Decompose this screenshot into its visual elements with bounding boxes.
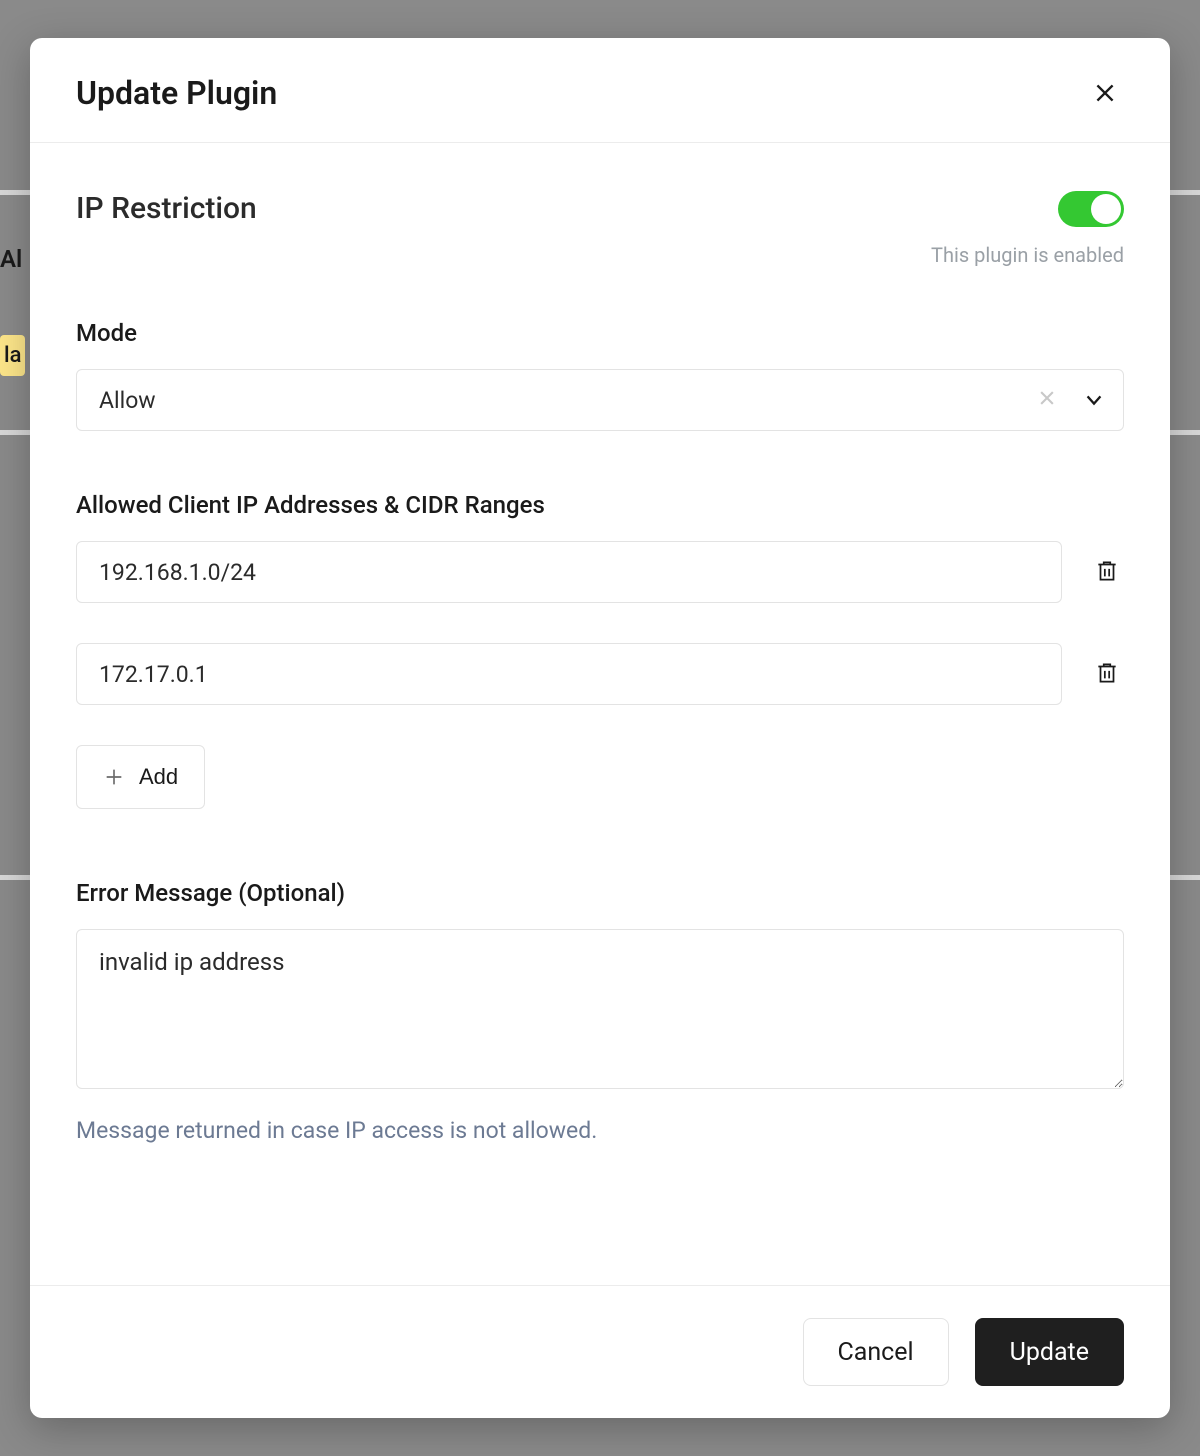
- mode-select-value: Allow: [99, 387, 1021, 414]
- bg-text: la: [0, 335, 25, 376]
- ip-input[interactable]: [76, 541, 1062, 603]
- error-message-help: Message returned in case IP access is no…: [76, 1117, 1124, 1144]
- chevron-down-icon[interactable]: [1073, 389, 1105, 411]
- error-message-input[interactable]: [76, 929, 1124, 1089]
- plus-icon: [103, 766, 125, 788]
- error-message-label: Error Message (Optional): [76, 879, 1124, 907]
- allowed-label: Allowed Client IP Addresses & CIDR Range…: [76, 491, 1124, 519]
- update-button[interactable]: Update: [975, 1318, 1124, 1386]
- plugin-name: IP Restriction: [76, 191, 257, 226]
- bg-text: Al: [0, 245, 22, 273]
- toggle-knob: [1091, 194, 1121, 224]
- clear-icon[interactable]: [1021, 385, 1073, 415]
- trash-icon: [1094, 660, 1120, 686]
- modal-footer: Cancel Update: [30, 1285, 1170, 1418]
- close-button[interactable]: [1086, 74, 1124, 112]
- ip-row: [76, 541, 1124, 603]
- plugin-enabled-caption: This plugin is enabled: [931, 243, 1124, 267]
- modal-title: Update Plugin: [76, 74, 277, 112]
- mode-select[interactable]: Allow: [76, 369, 1124, 431]
- add-ip-label: Add: [139, 764, 178, 790]
- plugin-enabled-toggle[interactable]: [1058, 191, 1124, 227]
- plugin-header-row: IP Restriction This plugin is enabled: [76, 191, 1124, 267]
- delete-ip-button[interactable]: [1090, 554, 1124, 591]
- trash-icon: [1094, 558, 1120, 584]
- ip-input[interactable]: [76, 643, 1062, 705]
- plugin-toggle-group: This plugin is enabled: [931, 191, 1124, 267]
- delete-ip-button[interactable]: [1090, 656, 1124, 693]
- modal-body: IP Restriction This plugin is enabled Mo…: [30, 143, 1170, 1285]
- modal-header: Update Plugin: [30, 38, 1170, 143]
- ip-row: [76, 643, 1124, 705]
- cancel-button[interactable]: Cancel: [803, 1318, 949, 1386]
- update-plugin-modal: Update Plugin IP Restriction This plugin…: [30, 38, 1170, 1418]
- close-icon: [1092, 80, 1118, 106]
- mode-label: Mode: [76, 319, 1124, 347]
- add-ip-button[interactable]: Add: [76, 745, 205, 809]
